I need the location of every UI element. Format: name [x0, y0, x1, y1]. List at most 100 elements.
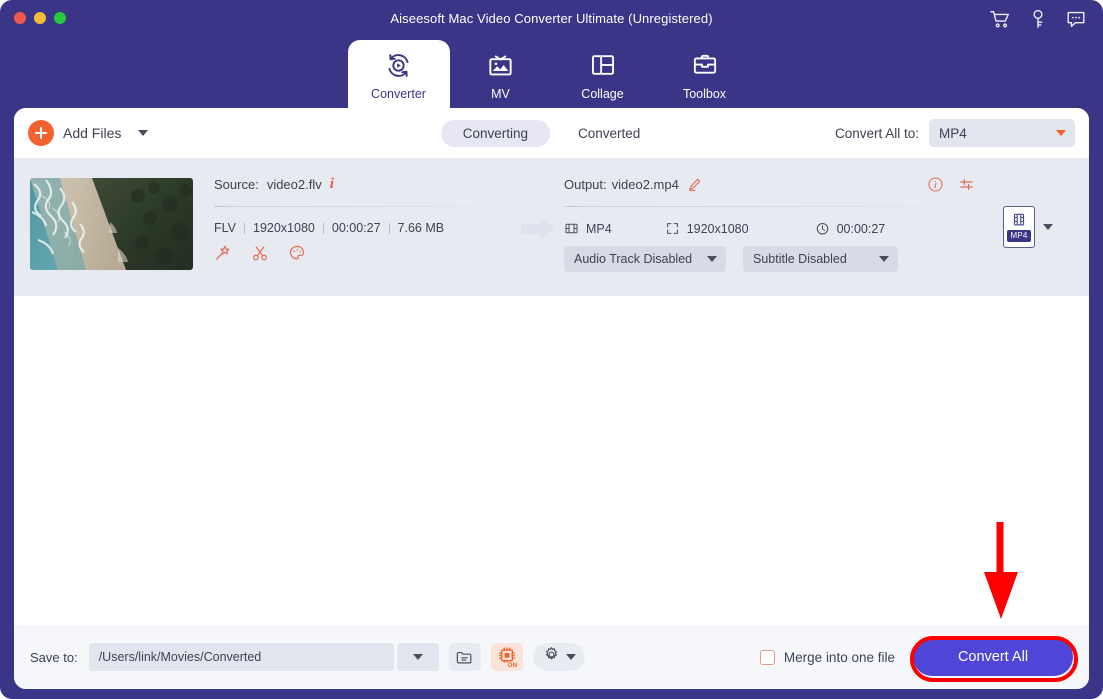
- output-action-icons: [927, 176, 983, 193]
- output-preset-group: MP4: [983, 172, 1073, 248]
- subtitle-value: Subtitle Disabled: [753, 252, 847, 266]
- content-toolbar: Add Files Converting Converted Convert A…: [14, 108, 1089, 158]
- output-metadata: MP4 1920x1080 00:00:27: [564, 221, 983, 236]
- merge-label: Merge into one file: [783, 649, 895, 665]
- tab-collage[interactable]: Collage: [552, 40, 654, 108]
- source-column: Source: video2.flv i FLV 1920x1080 00:00…: [214, 172, 514, 262]
- tab-converter-label: Converter: [371, 87, 426, 101]
- window-title: Aiseesoft Mac Video Converter Ultimate (…: [390, 11, 713, 26]
- tab-collage-label: Collage: [581, 87, 624, 101]
- merge-into-one-file-checkbox[interactable]: Merge into one file: [759, 649, 895, 665]
- key-icon[interactable]: [1027, 8, 1049, 30]
- converter-icon: [384, 49, 413, 81]
- output-preset-button[interactable]: MP4: [1003, 206, 1035, 248]
- tab-mv[interactable]: MV: [450, 40, 552, 108]
- info-italic-icon[interactable]: i: [330, 176, 334, 193]
- tab-converter[interactable]: Converter: [347, 40, 450, 108]
- tab-converted[interactable]: Converted: [556, 120, 662, 147]
- output-column: Output: video2.mp4 MP4 1920x1080 00:00:2…: [564, 172, 983, 272]
- save-path-dropdown[interactable]: [396, 643, 439, 671]
- save-path-input[interactable]: /Users/link/Movies/Converted: [88, 643, 394, 671]
- main-nav: Converter MV Collage Toolbox: [0, 40, 1103, 108]
- chat-icon[interactable]: [1065, 8, 1087, 30]
- chevron-down-icon: [707, 256, 717, 262]
- content-card: Add Files Converting Converted Convert A…: [14, 108, 1089, 689]
- meta-separator: [322, 222, 324, 234]
- source-resolution: 1920x1080: [253, 221, 315, 235]
- title-bar-actions: [989, 8, 1087, 30]
- meta-separator: [388, 222, 390, 234]
- video-thumbnail[interactable]: [30, 178, 193, 270]
- preferences-button[interactable]: [532, 643, 585, 671]
- tab-mv-label: MV: [491, 87, 510, 101]
- source-divider: [214, 206, 514, 207]
- file-item-row: Source: video2.flv i FLV 1920x1080 00:00…: [14, 158, 1089, 296]
- output-format: MP4: [586, 221, 612, 236]
- mv-icon: [486, 49, 515, 81]
- source-filename-line: Source: video2.flv i: [214, 176, 514, 193]
- settings-sliders-icon[interactable]: [958, 176, 975, 193]
- convert-all-to-select[interactable]: MP4: [929, 119, 1075, 147]
- convert-all-to-value: MP4: [939, 125, 967, 141]
- pencil-icon[interactable]: [687, 177, 702, 192]
- output-track-selects: Audio Track Disabled Subtitle Disabled: [564, 246, 983, 272]
- audio-track-select[interactable]: Audio Track Disabled: [564, 246, 726, 272]
- source-format: FLV: [214, 221, 236, 235]
- tab-toolbox[interactable]: Toolbox: [654, 40, 756, 108]
- toolbox-icon: [691, 49, 719, 81]
- tab-converting[interactable]: Converting: [440, 119, 550, 147]
- chevron-down-icon: [565, 654, 576, 660]
- plus-icon: [28, 120, 54, 146]
- palette-icon[interactable]: [288, 244, 306, 262]
- gear-icon: [542, 645, 561, 669]
- bottom-right-actions: Merge into one file Convert All: [759, 638, 1073, 676]
- preset-badge-label: MP4: [1007, 230, 1031, 242]
- source-metadata: FLV 1920x1080 00:00:27 7.66 MB: [214, 221, 514, 235]
- empty-list-area: [14, 296, 1089, 625]
- save-to-label: Save to:: [30, 649, 78, 665]
- chevron-down-icon[interactable]: [138, 130, 149, 136]
- collage-icon: [589, 49, 617, 81]
- output-duration: 00:00:27: [836, 221, 886, 236]
- output-divider: [564, 206, 983, 207]
- checkbox-box: [759, 649, 775, 665]
- source-filename: video2.flv: [266, 177, 322, 192]
- hardware-acceleration-icon[interactable]: ON: [490, 643, 523, 671]
- chevron-down-icon: [1056, 130, 1066, 136]
- source-prefix: Source:: [214, 177, 259, 192]
- source-duration: 00:00:27: [331, 221, 381, 235]
- output-filename: video2.mp4: [611, 177, 679, 192]
- output-filename-line: Output: video2.mp4: [564, 176, 983, 193]
- audio-track-value: Audio Track Disabled: [574, 252, 693, 266]
- add-files-button[interactable]: Add Files: [28, 120, 149, 146]
- output-resolution: 1920x1080: [686, 221, 749, 236]
- output-duration-group: 00:00:27: [815, 221, 886, 236]
- open-folder-icon[interactable]: [448, 643, 481, 671]
- chevron-down-icon: [412, 654, 423, 660]
- app-window: Aiseesoft Mac Video Converter Ultimate (…: [0, 0, 1103, 699]
- output-prefix: Output:: [564, 177, 607, 192]
- source-tool-icons: [214, 244, 514, 262]
- cart-icon[interactable]: [989, 8, 1011, 30]
- bottom-bar: Save to: /Users/link/Movies/Converted ON…: [14, 625, 1089, 689]
- subtitle-select[interactable]: Subtitle Disabled: [743, 246, 898, 272]
- convert-all-to-group: Convert All to: MP4: [835, 119, 1075, 147]
- scissors-icon[interactable]: [251, 244, 269, 262]
- preset-chevron-down-icon[interactable]: [1043, 224, 1053, 230]
- convert-all-to-label: Convert All to:: [834, 125, 919, 141]
- output-format-group: MP4: [564, 221, 612, 236]
- conversion-arrow: [514, 172, 564, 242]
- info-circle-icon[interactable]: [927, 176, 944, 193]
- chevron-down-icon: [879, 256, 889, 262]
- title-bar: Aiseesoft Mac Video Converter Ultimate (…: [0, 0, 1103, 40]
- magic-wand-icon[interactable]: [214, 244, 232, 262]
- tab-toolbox-label: Toolbox: [682, 87, 727, 101]
- status-segmented-control: Converting Converted: [440, 119, 663, 147]
- add-files-label: Add Files: [63, 125, 122, 141]
- save-path-value: /Users/link/Movies/Converted: [98, 650, 262, 664]
- output-resolution-group: 1920x1080: [665, 221, 749, 236]
- source-filesize: 7.66 MB: [397, 221, 445, 235]
- svg-text:ON: ON: [507, 662, 517, 668]
- convert-all-button[interactable]: Convert All: [913, 638, 1073, 676]
- meta-separator: [244, 222, 245, 234]
